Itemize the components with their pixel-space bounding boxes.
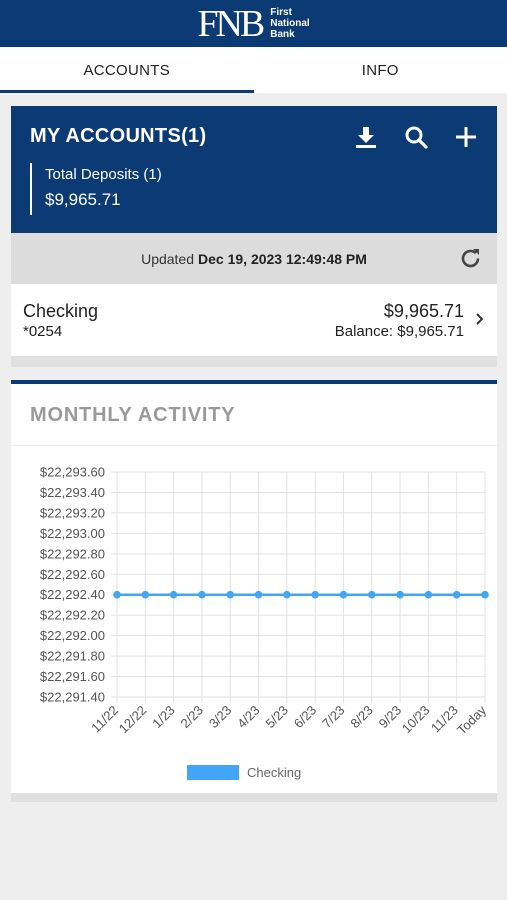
data-point [113, 590, 121, 599]
y-tick-label: $22,292.40 [40, 587, 105, 602]
accounts-header: MY ACCOUNTS(1) Total Deposits (1) $9,965… [11, 106, 497, 233]
plus-icon[interactable] [453, 124, 479, 150]
y-tick-label: $22,291.40 [40, 690, 105, 705]
logo-line-2: National [270, 18, 310, 29]
x-tick-label: 4/23 [234, 703, 263, 732]
x-tick-label: 5/23 [262, 703, 291, 732]
y-tick-label: $22,292.80 [40, 546, 105, 561]
y-tick-label: $22,291.80 [40, 649, 105, 664]
account-row-checking[interactable]: Checking *0254 $9,965.71 Balance: $9,965… [11, 284, 497, 356]
y-tick-label: $22,293.20 [40, 505, 105, 520]
deposits-amount: $9,965.71 [45, 190, 121, 209]
x-tick-label: 7/23 [319, 703, 348, 732]
download-icon[interactable] [353, 124, 379, 150]
x-tick-label: 11/23 [428, 703, 461, 736]
account-row-footer [11, 356, 497, 367]
y-tick-label: $22,292.60 [40, 567, 105, 582]
bank-logo: FNB First National Bank [197, 5, 309, 43]
legend-swatch-checking [187, 765, 239, 780]
total-deposits[interactable]: Total Deposits (1) $9,965.71 [30, 163, 162, 215]
logo-line-1: First [270, 7, 292, 18]
divider [11, 445, 497, 446]
data-point [481, 590, 489, 599]
updated-bar: Updated Dec 19, 2023 12:49:48 PM [11, 233, 497, 284]
tab-accounts[interactable]: ACCOUNTS [0, 47, 254, 93]
y-tick-label: $22,291.60 [40, 669, 105, 684]
accounts-title: MY ACCOUNTS(1) [30, 125, 207, 147]
data-point [311, 590, 319, 599]
monthly-activity-card: MONTHLY ACTIVITY $22,293.60 $22,293.40 $22… [11, 380, 497, 793]
monthly-activity-chart: $22,293.60 $22,293.40 $22,293.20 $22,293.00… [40, 465, 490, 738]
updated-time: Dec 19, 2023 12:49:48 PM [198, 250, 367, 267]
data-point [226, 590, 235, 599]
x-tick-label: Today [454, 702, 489, 737]
legend-label-checking: Checking [247, 765, 302, 780]
account-amount: $9,965.71 [383, 301, 464, 321]
logo-line-3: Bank [270, 29, 295, 40]
chart-legend[interactable]: Checking [187, 765, 301, 780]
x-tick-label: 1/23 [149, 703, 178, 732]
data-point [283, 590, 291, 599]
y-tick-label: $22,292.00 [40, 628, 105, 643]
y-tick-label: $22,293.40 [40, 485, 105, 500]
x-tick-label: 6/23 [291, 703, 320, 732]
logo-mark: FNB [197, 2, 265, 45]
search-icon[interactable] [403, 124, 429, 150]
app-header: FNB First National Bank [0, 0, 507, 47]
tab-bar: ACCOUNTS INFO [0, 47, 507, 93]
accounts-toolbar [353, 124, 479, 150]
data-point [169, 590, 178, 599]
data-point [424, 590, 433, 599]
y-tick-label: $22,292.20 [40, 608, 105, 623]
data-point [339, 590, 348, 599]
data-point [452, 590, 461, 599]
refresh-icon[interactable] [458, 246, 483, 271]
logo-text: First National Bank [270, 7, 309, 40]
chevron-right-icon [475, 312, 485, 326]
tab-info[interactable]: INFO [254, 47, 507, 93]
y-tick-label: $22,293.60 [40, 465, 105, 480]
activity-card-footer [11, 793, 497, 802]
data-point [141, 590, 150, 599]
x-tick-label: 3/23 [206, 703, 235, 732]
updated-prefix: Updated [141, 250, 195, 267]
y-tick-label: $22,293.00 [40, 526, 105, 541]
data-point [254, 590, 263, 599]
x-tick-label: 12/22 [116, 703, 150, 737]
x-tick-label: 10/23 [399, 703, 433, 737]
data-point [367, 590, 376, 599]
x-tick-label: 8/23 [347, 703, 376, 732]
x-tick-label: 11/22 [88, 703, 121, 736]
data-point [198, 590, 206, 599]
data-point [396, 590, 404, 599]
account-balance: Balance: $9,965.71 [334, 323, 464, 340]
deposits-label: Total Deposits (1) [45, 166, 162, 183]
account-number: *0254 [23, 323, 63, 340]
account-name: Checking [23, 301, 99, 321]
activity-title: MONTHLY ACTIVITY [30, 404, 236, 426]
x-tick-label: 2/23 [178, 703, 207, 732]
